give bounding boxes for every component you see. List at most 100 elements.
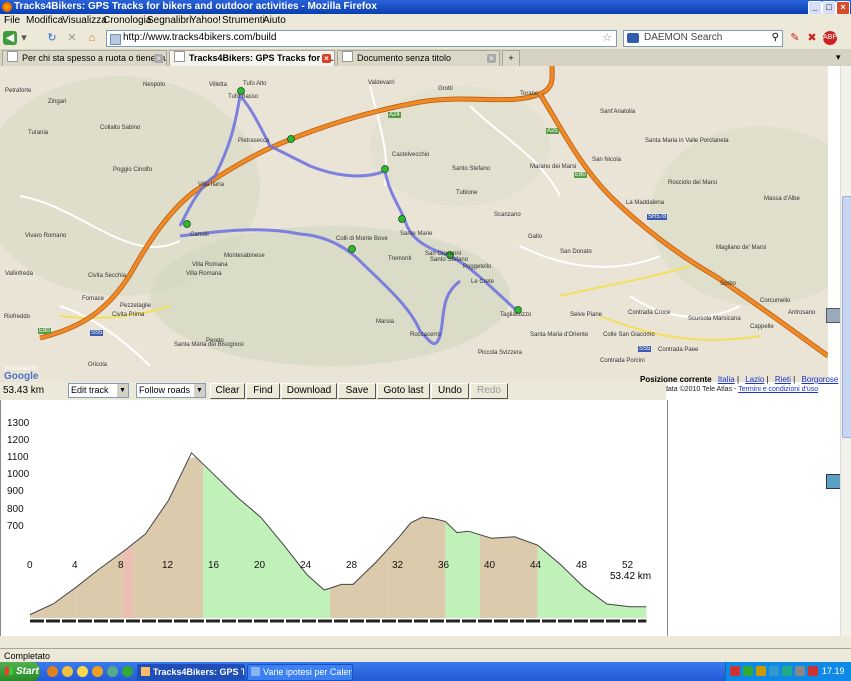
x-tick-label: 20 <box>254 560 266 571</box>
tray-icon[interactable] <box>743 666 753 676</box>
map-label: Selve Piane <box>570 312 603 318</box>
quicklaunch-icon[interactable] <box>62 666 73 677</box>
back-icon[interactable]: ◀ <box>3 31 17 45</box>
task-label: Tracks4Bikers: GPS Tr... <box>153 667 244 677</box>
bookmark-star-icon[interactable]: ☆ <box>602 31 612 44</box>
tab-list-icon[interactable]: ▾ <box>836 52 841 63</box>
breadcrumb-borgorose[interactable]: Borgorose <box>801 375 838 384</box>
terms-link[interactable]: Termini e condizioni d'uso <box>738 386 818 393</box>
vertical-scrollbar[interactable] <box>840 66 851 636</box>
messenger-icon[interactable] <box>77 666 88 677</box>
map-label: Gallo <box>528 234 543 240</box>
close-tab-icon[interactable]: × <box>154 54 163 63</box>
home-icon[interactable]: ⌂ <box>85 31 99 45</box>
history-dropdown-icon[interactable]: ▾ <box>19 31 29 45</box>
save-button[interactable]: Save <box>338 383 376 399</box>
scrollbar-thumb[interactable] <box>842 196 851 438</box>
tray-icon[interactable] <box>808 666 818 676</box>
map-label: Poggio Cinolfo <box>113 167 153 173</box>
stop-icon[interactable]: ✕ <box>65 31 79 45</box>
close-window-button[interactable]: × <box>836 1 850 15</box>
reload-icon[interactable]: ↻ <box>45 31 59 45</box>
close-tab-icon[interactable]: × <box>487 54 496 63</box>
clear-button[interactable]: Clear <box>210 383 245 399</box>
chevron-down-icon[interactable]: ▼ <box>117 384 128 397</box>
breadcrumb-lazio[interactable]: Lazio <box>745 375 764 384</box>
current-position: Posizione corrente Italia | Lazio | Riet… <box>640 375 839 384</box>
search-engine-icon[interactable] <box>627 33 639 43</box>
url-text[interactable]: http://www.tracks4bikers.com/build <box>123 32 276 43</box>
map-label: Santa Maria d'Oriente <box>530 332 589 338</box>
search-bar[interactable]: DAEMON Search ⚲ <box>623 30 783 47</box>
tray-icon[interactable] <box>756 666 766 676</box>
y-tick-label: 700 <box>7 521 24 532</box>
menu-strumenti[interactable]: Strumenti <box>222 15 265 26</box>
map-label: Villa Romana <box>186 271 222 277</box>
quicklaunch-icon[interactable] <box>107 666 118 677</box>
adblock-icon[interactable]: ABP <box>823 31 837 45</box>
map-label: Sant'Anatolia <box>600 109 636 115</box>
tab-documento[interactable]: Documento senza titolo × <box>337 50 500 66</box>
chevron-down-icon[interactable]: ▼ <box>194 384 205 397</box>
map-type-icon[interactable] <box>826 308 840 323</box>
menu-visualizza[interactable]: Visualizza <box>62 15 107 26</box>
map-view[interactable]: Petraforte Zingari Nespolo Villetta Tufo… <box>0 66 828 382</box>
quicklaunch-icon[interactable] <box>122 666 133 677</box>
profile-total-distance: 53.42 km <box>610 571 652 582</box>
window-title-bar[interactable]: Tracks4Bikers: GPS Tracks for bikers and… <box>0 0 851 15</box>
copyright-text: data ©2010 Tele Atlas - <box>664 386 737 393</box>
grade-segment-area <box>330 549 388 618</box>
x-tick-label: 40 <box>484 560 496 571</box>
close-tab-icon[interactable]: × <box>322 54 331 63</box>
search-icon[interactable]: ⚲ <box>772 32 779 43</box>
map-label: Marsia <box>376 319 395 325</box>
taskbar-item-document[interactable]: Varie ipotesi per Calend... <box>247 664 353 681</box>
menu-file[interactable]: File <box>4 15 20 26</box>
map-label: Rosciolo dei Marsi <box>668 180 718 186</box>
maximize-button[interactable]: □ <box>822 1 836 15</box>
tab-tracks4bikers[interactable]: Tracks4Bikers: GPS Tracks for bi... × <box>169 50 335 66</box>
tray-icon[interactable] <box>782 666 792 676</box>
find-button[interactable]: Find <box>246 383 280 399</box>
goto-last-button[interactable]: Goto last <box>377 383 430 399</box>
tray-icon[interactable] <box>730 666 740 676</box>
firefox-quicklaunch-icon[interactable] <box>47 666 58 677</box>
menu-segnalibri[interactable]: Segnalibri <box>147 15 191 26</box>
download-button[interactable]: Download <box>281 383 337 399</box>
start-button[interactable]: Start <box>0 662 40 681</box>
volume-icon[interactable] <box>795 666 805 676</box>
redo-button[interactable]: Redo <box>470 383 508 399</box>
x-tick-label: 12 <box>162 560 174 571</box>
x-tick-label: 28 <box>346 560 358 571</box>
breadcrumb-rieti[interactable]: Rieti <box>775 375 791 384</box>
routing-mode-select[interactable]: Follow roads ▼ <box>136 383 206 398</box>
addon-icon[interactable]: ✎ <box>788 31 802 45</box>
map-label: Roccacerro <box>410 332 441 338</box>
map-label: Le Crete <box>471 279 495 285</box>
map-label: Castelvecchio <box>392 152 430 158</box>
menu-yahoo[interactable]: Yahoo! <box>190 15 221 26</box>
profile-toggle-icon[interactable] <box>826 474 840 489</box>
tray-icon[interactable] <box>769 666 779 676</box>
new-tab-button[interactable]: + <box>502 50 520 66</box>
menu-aiuto[interactable]: Aiuto <box>263 15 286 26</box>
taskbar-item-firefox[interactable]: Tracks4Bikers: GPS Tr... <box>137 664 245 681</box>
x-tick-label: 24 <box>300 560 312 571</box>
folder-icon[interactable] <box>92 666 103 677</box>
breadcrumb-italia[interactable]: Italia <box>718 375 735 384</box>
edit-mode-select[interactable]: Edit track ▼ <box>68 383 129 398</box>
y-tick-label: 1100 <box>7 452 29 463</box>
url-bar[interactable]: http://www.tracks4bikers.com/build ☆ <box>106 30 617 47</box>
search-input[interactable]: DAEMON Search <box>644 32 722 43</box>
tab-forum[interactable]: Per chi sta spesso a ruota o tiene qualc… <box>2 50 167 66</box>
menu-cronologia[interactable]: Cronologia <box>103 15 151 26</box>
clock: 17.19 <box>822 666 845 676</box>
map-label: Riofreddo <box>4 314 31 320</box>
minimize-button[interactable]: _ <box>808 1 822 15</box>
map-label: Sorbo <box>720 281 737 287</box>
tab-label: Documento senza titolo <box>357 53 452 63</box>
y-tick-label: 900 <box>7 486 24 497</box>
menu-modifica[interactable]: Modifica <box>26 15 63 26</box>
undo-button[interactable]: Undo <box>431 383 469 399</box>
noscript-icon[interactable]: ✖ <box>805 31 819 45</box>
